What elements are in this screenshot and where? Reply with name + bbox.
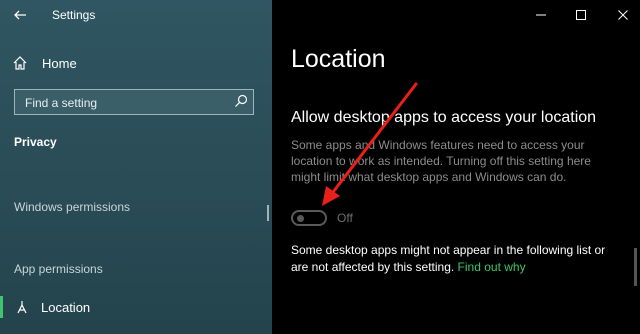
annotation-arrow-icon xyxy=(322,82,418,206)
